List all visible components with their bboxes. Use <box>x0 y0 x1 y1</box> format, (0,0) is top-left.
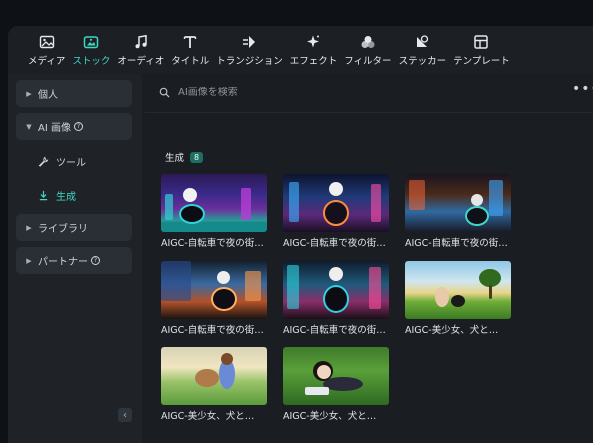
card-label: AIGC-自転車で夜の街… <box>283 238 386 249</box>
thumbnail <box>283 261 389 319</box>
card-label: AIGC-自転車で夜の街… <box>161 238 264 249</box>
thumbnail <box>405 261 511 319</box>
main-panel: ••• 生成 8 AIGC-自転車で夜の街… AIGC-自転 <box>145 74 593 443</box>
download-icon <box>39 190 48 200</box>
tab-media[interactable]: メディア <box>28 26 65 74</box>
tab-template-label: テンプレート <box>453 56 510 67</box>
stock-icon <box>84 36 99 49</box>
card-label: AIGC-美少女、犬と… <box>161 411 255 422</box>
card-label: AIGC-自転車で夜の街… <box>283 325 386 336</box>
tab-filter[interactable]: フィルター <box>344 26 392 74</box>
help-icon[interactable]: ? <box>73 122 83 131</box>
tab-effect-label: エフェクト <box>289 56 338 67</box>
sidebar-item-generate-label: 生成 <box>56 191 76 203</box>
filter-icon <box>361 36 375 48</box>
sidebar-item-ai-image[interactable]: ▼ AI 画像 ? <box>16 113 132 140</box>
thumbnail <box>161 347 267 405</box>
sticker-icon <box>417 35 429 47</box>
sidebar-item-library-label: ライブラリ <box>38 224 88 235</box>
sidebar-item-personal[interactable]: ▶ 個人 <box>16 80 132 107</box>
search-bar <box>159 82 459 102</box>
more-options-icon[interactable]: ••• <box>572 82 593 96</box>
sidebar-item-partner-label: パートナー <box>38 257 88 268</box>
sparkle-icon <box>307 35 320 48</box>
media-card[interactable]: AIGC-自転車で夜の街… <box>161 261 267 336</box>
music-note-icon <box>135 34 147 49</box>
tab-audio[interactable]: オーディオ <box>117 26 164 74</box>
tab-sticker-label: ステッカー <box>398 56 447 67</box>
sidebar: ▶ 個人 ▼ AI 画像 ? ツール 生成 ▶ ライブラリ ▶ パートナー ? … <box>8 74 142 443</box>
wrench-icon <box>38 156 49 167</box>
media-card[interactable]: AIGC-自転車で夜の街… <box>283 174 389 249</box>
thumbnail <box>161 261 267 319</box>
thumbnail <box>405 174 511 232</box>
thumbnail <box>283 174 389 232</box>
tab-media-label: メディア <box>28 56 66 67</box>
sidebar-item-generate[interactable]: 生成 <box>38 185 76 205</box>
sidebar-item-library[interactable]: ▶ ライブラリ <box>16 214 132 241</box>
section-title: 生成 <box>165 153 185 164</box>
card-label: AIGC-自転車で夜の街… <box>161 325 264 336</box>
media-card[interactable]: AIGC-美少女、犬と… <box>283 347 389 422</box>
media-icon <box>39 35 54 49</box>
sidebar-item-partner[interactable]: ▶ パートナー ? <box>16 247 132 274</box>
card-label: AIGC-美少女、犬と… <box>283 411 377 422</box>
search-input[interactable] <box>178 86 438 98</box>
caret-down-icon: ▼ <box>26 122 32 131</box>
media-card[interactable]: AIGC-自転車で夜の街… <box>161 174 267 249</box>
tab-title-label: タイトル <box>171 56 210 67</box>
media-card[interactable]: AIGC-美少女、犬と… <box>161 347 267 422</box>
card-label: AIGC-美少女、犬と… <box>405 325 499 336</box>
tab-stock-label: ストック <box>72 56 111 67</box>
app-window: メディア ストック オーディオ タイトル トランジション エフェクト フィルター <box>8 26 593 443</box>
media-card[interactable]: AIGC-自転車で夜の街… <box>283 261 389 336</box>
tab-sticker[interactable]: ステッカー <box>398 26 447 74</box>
transition-icon <box>243 36 256 48</box>
caret-right-icon: ▶ <box>26 89 32 98</box>
media-card[interactable]: AIGC-美少女、犬と… <box>405 261 511 336</box>
sidebar-item-ai-image-label: AI 画像 <box>38 123 71 134</box>
collapse-sidebar-button[interactable]: ‹ <box>118 408 132 422</box>
search-icon <box>159 87 170 98</box>
tab-audio-label: オーディオ <box>117 56 165 67</box>
sidebar-item-personal-label: 個人 <box>38 90 58 101</box>
tab-transition[interactable]: トランジション <box>216 26 283 74</box>
tab-template[interactable]: テンプレート <box>453 26 510 74</box>
section-header: 生成 8 <box>165 150 204 164</box>
sidebar-item-tool-label: ツール <box>56 157 86 169</box>
template-icon <box>474 35 489 49</box>
card-label: AIGC-自転車で夜の街… <box>405 238 508 249</box>
media-card[interactable]: AIGC-自転車で夜の街… <box>405 174 511 249</box>
thumbnail <box>283 347 389 405</box>
tab-transition-label: トランジション <box>216 56 283 67</box>
tab-stock[interactable]: ストック <box>72 26 110 74</box>
tab-effect[interactable]: エフェクト <box>289 26 338 74</box>
thumbnail <box>161 174 267 232</box>
divider <box>145 112 593 113</box>
help-icon[interactable]: ? <box>91 256 100 265</box>
text-t-icon <box>184 36 197 48</box>
caret-right-icon: ▶ <box>26 223 32 232</box>
tab-filter-label: フィルター <box>344 56 392 67</box>
tab-title[interactable]: タイトル <box>171 26 209 74</box>
top-toolbar: メディア ストック オーディオ タイトル トランジション エフェクト フィルター <box>8 26 593 74</box>
count-badge: 8 <box>190 151 204 163</box>
caret-right-icon: ▶ <box>26 256 32 265</box>
sidebar-item-tool[interactable]: ツール <box>38 151 86 171</box>
